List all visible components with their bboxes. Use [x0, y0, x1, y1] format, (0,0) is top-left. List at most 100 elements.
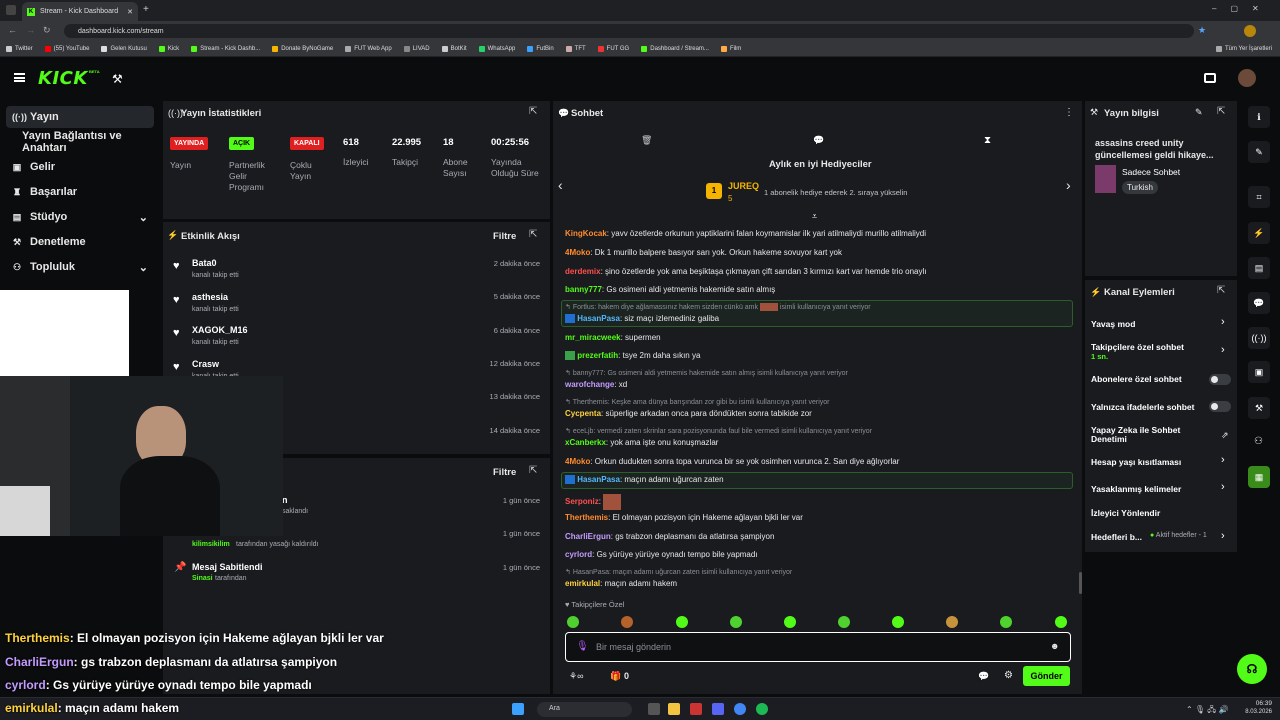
document-icon[interactable]: ▤	[1248, 257, 1270, 279]
nav-item-yayin[interactable]: ((·)) Yayın	[6, 106, 154, 128]
bookmark-item[interactable]: Twitter	[6, 45, 33, 52]
emote-button[interactable]	[784, 616, 796, 628]
chat-scrollbar[interactable]	[1079, 572, 1082, 594]
reload-icon[interactable]: ↻	[43, 25, 51, 36]
bookmark-item[interactable]: WhatsApp	[478, 45, 515, 52]
emote-button[interactable]	[676, 616, 688, 628]
chat-username[interactable]: Therthemis	[565, 513, 608, 522]
broadcast-icon[interactable]: ((·))	[1248, 327, 1270, 349]
modlog-filter-button[interactable]: Filtre	[493, 467, 516, 478]
browser-tab[interactable]: K Stream - Kick Dashboard ✕	[22, 2, 138, 21]
emote-button[interactable]	[946, 616, 958, 628]
app-icon[interactable]	[690, 703, 702, 715]
bookmark-item[interactable]: Film	[720, 45, 741, 52]
emote-button[interactable]	[1055, 616, 1067, 628]
nav-item-topluluk[interactable]: ⚇ Topluluk ⌄	[6, 256, 154, 278]
emoji-icon[interactable]: ☻	[1050, 641, 1059, 651]
chevron-right-icon[interactable]: ›	[1221, 316, 1225, 328]
layout-icon[interactable]: ▣	[1248, 361, 1270, 383]
external-link-icon[interactable]: ⇗	[1221, 430, 1229, 441]
nav-item-gelir[interactable]: ▣ Gelir	[6, 156, 154, 178]
bookmark-star-icon[interactable]: ★	[1198, 25, 1206, 36]
bookmark-item[interactable]: TFT	[565, 45, 586, 52]
taskview-icon[interactable]	[648, 703, 660, 715]
subscribers-chat-toggle[interactable]	[1209, 374, 1231, 385]
collapse-icon[interactable]: ⩡	[812, 211, 817, 222]
kick-logo[interactable]: KICK	[38, 68, 88, 89]
chat-bubble-icon[interactable]: 💬	[813, 135, 824, 146]
user-avatar[interactable]	[1238, 69, 1256, 87]
taskbar-search[interactable]: Ara	[537, 702, 632, 717]
chevron-right-icon[interactable]: ›	[1221, 344, 1225, 356]
chat-username[interactable]: banny777	[565, 285, 602, 294]
emotes-only-toggle[interactable]	[1209, 401, 1231, 412]
bookmark-item[interactable]: LIVAD	[403, 45, 430, 52]
chat-username[interactable]: KingKocak	[565, 229, 607, 238]
bookmark-item[interactable]: Gelen Kutusu	[101, 45, 147, 52]
raid-row[interactable]: İzleyici Yönlendir	[1091, 508, 1160, 518]
bookmark-item[interactable]: (55) YouTube	[44, 45, 89, 52]
hamburger-menu-icon[interactable]	[14, 73, 25, 82]
chat-input-box[interactable]: 🎙 Bir mesaj gönderin ☻	[565, 632, 1071, 662]
bookmark-item[interactable]: BotKit	[441, 45, 467, 52]
nav-item-studyo[interactable]: ▤ Stüdyo ⌄	[6, 206, 154, 228]
spotify-icon[interactable]	[756, 703, 768, 715]
chevron-right-icon[interactable]: ›	[1221, 481, 1225, 493]
nav-item-basarilar[interactable]: ♜ Başarılar	[6, 181, 154, 203]
chevron-right-icon[interactable]: ›	[1221, 530, 1225, 542]
chat-username[interactable]: cyrlord	[565, 550, 592, 559]
more-options-icon[interactable]: ⋮	[1064, 107, 1074, 118]
popout-icon[interactable]: ⇱	[1217, 285, 1225, 296]
edit-icon[interactable]: ✎	[1195, 107, 1203, 118]
chat-username[interactable]: derdemix	[565, 267, 601, 276]
tray-icons[interactable]: ⌃ 🎙 🖧 🔊	[1186, 704, 1228, 718]
chevron-left-icon[interactable]: ‹	[558, 177, 563, 193]
bookmark-item[interactable]: Stream - Kick Dashb...	[191, 45, 260, 52]
close-tab-icon[interactable]: ✕	[127, 8, 133, 16]
emote-button[interactable]	[730, 616, 742, 628]
gifter-name[interactable]: JUREQ	[728, 181, 759, 191]
chat-username[interactable]: Serponiz	[565, 497, 599, 506]
bookmark-item[interactable]: Kick	[158, 45, 179, 52]
emote-button[interactable]	[892, 616, 904, 628]
trash-icon[interactable]: 🗑	[641, 135, 652, 146]
slow-mode-row[interactable]: Yavaş mod	[1091, 319, 1135, 329]
bookmark-item[interactable]: Dashboard / Stream...	[641, 45, 709, 52]
nav-item-denetleme[interactable]: ⚒ Denetleme	[6, 231, 154, 253]
send-button[interactable]: Gönder	[1023, 666, 1070, 686]
modlog-user[interactable]: Sinasi	[192, 575, 213, 582]
explorer-icon[interactable]	[668, 703, 680, 715]
chat-settings-bubble-icon[interactable]: 💬	[978, 671, 989, 682]
crop-icon[interactable]: ⌗	[1248, 186, 1270, 208]
gift-infinity-icon[interactable]: ⚘∞	[569, 671, 583, 682]
chat-username[interactable]: CharliErgun	[565, 532, 611, 541]
popout-icon[interactable]: ⇱	[529, 229, 537, 240]
goals-row[interactable]: Hedefleri b...	[1091, 532, 1142, 542]
profile-avatar[interactable]	[1244, 25, 1256, 37]
support-headset-icon[interactable]: ☊	[1237, 654, 1267, 684]
chat-username[interactable]: xCanberkx	[565, 438, 606, 447]
app-icon[interactable]: ▦	[1248, 466, 1270, 488]
wrench-icon[interactable]: ⚒	[1248, 397, 1270, 419]
activity-filter-button[interactable]: Filtre	[493, 231, 516, 242]
users-icon[interactable]: ⚇	[1254, 436, 1263, 447]
emote-button[interactable]	[621, 616, 633, 628]
chevron-right-icon[interactable]: ›	[1066, 177, 1071, 193]
followers-chat-row[interactable]: Takipçilere özel sohbet	[1091, 342, 1184, 352]
chrome-icon[interactable]	[734, 703, 746, 715]
address-bar[interactable]: dashboard.kick.com/stream	[64, 24, 1194, 38]
chat-username[interactable]: HasanPasa	[577, 314, 620, 323]
all-bookmarks[interactable]: Tüm Yer İşaretleri	[1215, 45, 1280, 52]
banned-words-row[interactable]: Yasaklanmış kelimeler	[1091, 484, 1181, 494]
bookmark-item[interactable]: Donate ByNoGame	[272, 45, 333, 52]
gift-icon[interactable]: 🎁	[610, 671, 621, 682]
emote-button[interactable]	[1000, 616, 1012, 628]
discord-icon[interactable]	[712, 703, 724, 715]
modlog-user[interactable]: kilimsikilim	[192, 541, 230, 548]
chat-input-placeholder[interactable]: Bir mesaj gönderin	[596, 642, 671, 652]
new-tab-icon[interactable]: +	[143, 4, 149, 15]
chevron-right-icon[interactable]: ›	[1221, 454, 1225, 466]
bookmark-item[interactable]: FutBin	[527, 45, 554, 52]
tools-icon[interactable]: ⚒	[112, 72, 123, 86]
category-name[interactable]: Sadece Sohbet	[1122, 167, 1180, 177]
